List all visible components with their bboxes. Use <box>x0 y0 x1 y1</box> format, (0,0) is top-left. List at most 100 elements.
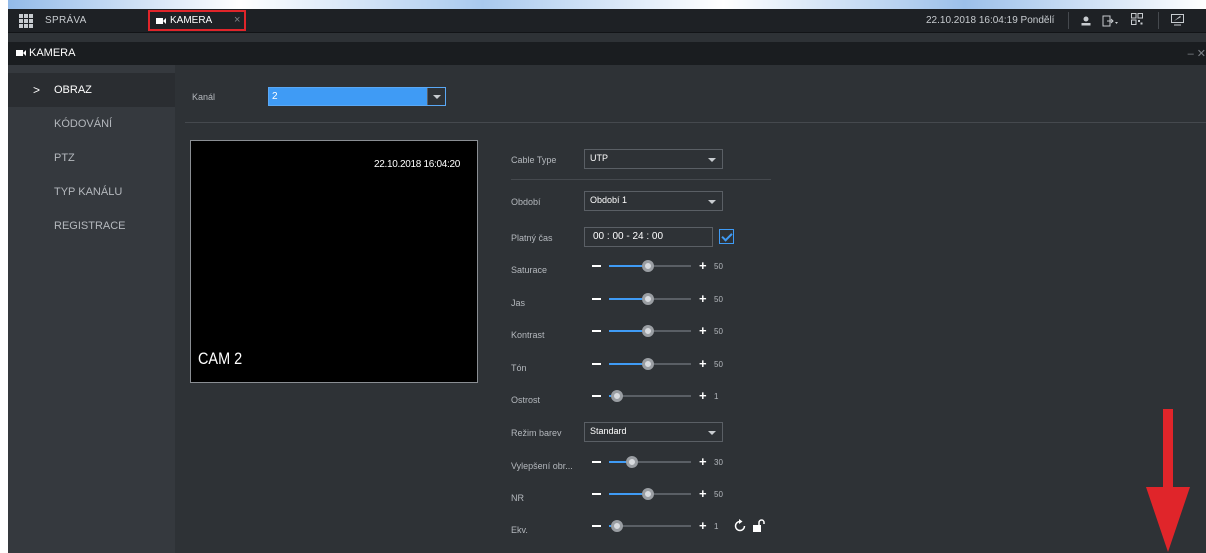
toolbar-divider <box>1068 12 1069 29</box>
toolbar-divider <box>1158 12 1159 29</box>
slider-knob[interactable] <box>642 293 654 305</box>
saturace-slider[interactable]: + 50 <box>592 259 742 273</box>
unlock-icon[interactable] <box>752 519 766 533</box>
slider-knob[interactable] <box>642 260 654 272</box>
plus-icon[interactable]: + <box>699 259 707 272</box>
top-bar: SPRÁVA KAMERA × 22.10.2018 16:04:19 Pond… <box>8 9 1206 33</box>
vylepseni-label: Vylepšení obr... <box>511 461 573 471</box>
chevron-down-icon <box>708 200 716 204</box>
cable-type-value: UTP <box>590 153 608 163</box>
platny-cas-checkbox[interactable] <box>719 229 734 244</box>
qr-code-icon[interactable] <box>1131 13 1143 27</box>
sidebar-item-label: REGISTRACE <box>54 220 126 232</box>
sprava-link[interactable]: SPRÁVA <box>45 15 87 26</box>
plus-icon[interactable]: + <box>699 519 707 532</box>
window-controls[interactable]: – ✕ <box>1188 47 1206 60</box>
sidebar-item-kodovani[interactable]: KÓDOVÁNÍ <box>8 107 175 141</box>
platny-cas-label: Platný čas <box>511 233 553 243</box>
plus-icon[interactable]: + <box>699 292 707 305</box>
saturace-label: Saturace <box>511 265 548 275</box>
sidebar-item-typ-kanalu[interactable]: TYP KANÁLU <box>8 175 175 209</box>
chevron-down-icon[interactable] <box>427 88 445 105</box>
platny-cas-value: 00 : 00 - 24 : 00 <box>593 231 664 242</box>
plus-icon[interactable]: + <box>699 324 707 337</box>
kontrast-label: Kontrast <box>511 330 545 340</box>
display-icon[interactable] <box>1171 14 1185 26</box>
slider-value: 1 <box>714 392 719 401</box>
main-panel: Kanál 2 22.10.2018 16:04:20 CAM 2 Cable … <box>175 65 1206 553</box>
chevron-right-icon: > <box>33 83 41 97</box>
slider-knob[interactable] <box>611 390 623 402</box>
slider-value: 50 <box>714 262 723 271</box>
background-margin <box>0 0 8 553</box>
sidebar-item-obraz[interactable]: > OBRAZ <box>8 73 175 107</box>
minus-icon[interactable] <box>592 461 601 463</box>
sidebar-item-label: OBRAZ <box>54 84 92 96</box>
jas-label: Jas <box>511 298 526 308</box>
rezim-barev-select[interactable]: Standard <box>584 422 723 442</box>
app-window: SPRÁVA KAMERA × 22.10.2018 16:04:19 Pond… <box>8 9 1206 553</box>
slider-knob[interactable] <box>611 520 623 532</box>
page-title: KAMERA <box>29 47 76 59</box>
slider-value: 50 <box>714 490 723 499</box>
slider-knob[interactable] <box>642 325 654 337</box>
slider-value: 50 <box>714 360 723 369</box>
plus-icon[interactable]: + <box>699 455 707 468</box>
system-datetime: 22.10.2018 16:04:19 Pondělí <box>926 15 1055 26</box>
slider-knob[interactable] <box>626 456 638 468</box>
rezim-barev-value: Standard <box>590 426 627 436</box>
minus-icon[interactable] <box>592 525 601 527</box>
ostrost-slider[interactable]: + 1 <box>592 389 742 403</box>
minus-icon[interactable] <box>592 493 601 495</box>
ekv-label: Ekv. <box>511 525 528 535</box>
kontrast-slider[interactable]: + 50 <box>592 324 742 338</box>
page-header: KAMERA – ✕ <box>8 42 1206 65</box>
logout-icon[interactable] <box>1102 15 1118 27</box>
minus-icon[interactable] <box>592 330 601 332</box>
main-menu-icon[interactable] <box>19 14 33 28</box>
slider-value: 50 <box>714 327 723 336</box>
rezim-barev-label: Režim barev <box>511 428 562 438</box>
video-preview[interactable]: 22.10.2018 16:04:20 CAM 2 <box>190 140 478 383</box>
minus-icon[interactable] <box>592 265 601 267</box>
preview-camera-name: CAM 2 <box>198 349 243 368</box>
camera-icon <box>16 50 26 56</box>
tab-kamera[interactable]: KAMERA × <box>148 10 246 31</box>
kanal-select[interactable]: 2 <box>268 87 446 106</box>
obdobi-select[interactable]: Období 1 <box>584 191 723 211</box>
nr-slider[interactable]: + 50 <box>592 487 742 501</box>
slider-value: 1 <box>714 522 719 531</box>
minus-icon[interactable] <box>592 363 601 365</box>
sidebar: > OBRAZ KÓDOVÁNÍ PTZ TYP KANÁLU REGISTRA… <box>8 65 175 553</box>
obdobi-value: Období 1 <box>590 195 628 205</box>
divider <box>185 122 1206 123</box>
sidebar-item-registrace[interactable]: REGISTRACE <box>8 209 175 243</box>
sidebar-item-ptz[interactable]: PTZ <box>8 141 175 175</box>
plus-icon[interactable]: + <box>699 357 707 370</box>
obdobi-label: Období <box>511 197 541 207</box>
reset-icon[interactable] <box>733 519 747 533</box>
cable-type-label: Cable Type <box>511 155 557 165</box>
slider-knob[interactable] <box>642 488 654 500</box>
vylepseni-slider[interactable]: + 30 <box>592 455 742 469</box>
cable-type-select[interactable]: UTP <box>584 149 723 169</box>
sidebar-item-label: PTZ <box>54 152 75 164</box>
slider-value: 50 <box>714 295 723 304</box>
user-icon[interactable] <box>1080 15 1092 27</box>
platny-cas-input[interactable]: 00 : 00 - 24 : 00 <box>584 227 713 247</box>
ekv-slider[interactable]: + 1 <box>592 519 742 533</box>
sidebar-item-label: TYP KANÁLU <box>54 186 123 198</box>
preview-timestamp: 22.10.2018 16:04:20 <box>373 159 460 170</box>
nr-label: NR <box>511 493 524 503</box>
minus-icon[interactable] <box>592 395 601 397</box>
ton-slider[interactable]: + 50 <box>592 357 742 371</box>
jas-slider[interactable]: + 50 <box>592 292 742 306</box>
chevron-down-icon <box>708 158 716 162</box>
red-arrow-annotation <box>1146 409 1190 552</box>
slider-knob[interactable] <box>642 358 654 370</box>
tab-close-icon[interactable]: × <box>234 14 240 26</box>
plus-icon[interactable]: + <box>699 389 707 402</box>
background-banner <box>0 0 1206 9</box>
plus-icon[interactable]: + <box>699 487 707 500</box>
minus-icon[interactable] <box>592 298 601 300</box>
